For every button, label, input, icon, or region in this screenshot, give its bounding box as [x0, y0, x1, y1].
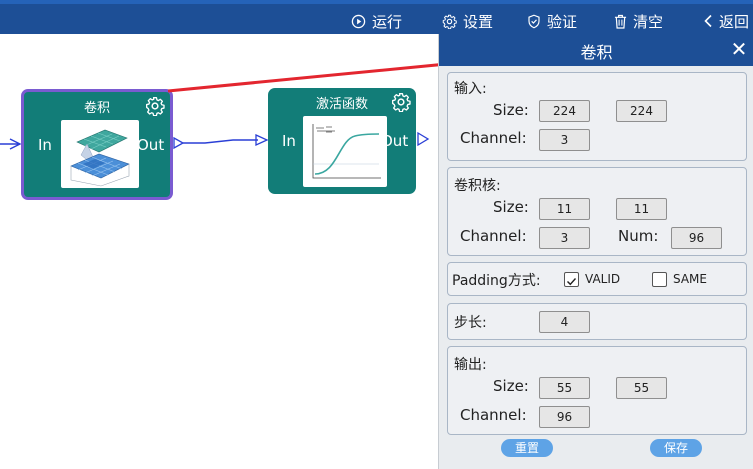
panel-title: 卷积: [580, 43, 613, 62]
output-size-label: Size:: [493, 377, 529, 395]
output-size-height-field[interactable]: 55: [616, 377, 667, 399]
kernel-section: 卷积核: Size: 11 11 Channel: 3 Num: 96: [447, 167, 747, 256]
properties-panel: 卷积 ✕ 输入: Size: 224 224 Channel: 3 卷积核: S…: [438, 34, 753, 469]
gear-icon[interactable]: [391, 92, 411, 112]
workflow-canvas[interactable]: 卷积 In Out 激活函数 In Out: [0, 34, 440, 469]
output-channel-label: Channel:: [460, 406, 527, 424]
reset-button[interactable]: 重置: [501, 439, 553, 457]
panel-header: 卷积 ✕: [439, 34, 753, 66]
checkmark-icon: [567, 278, 577, 286]
sigmoid-curve-illustration: [303, 116, 387, 187]
kernel-size-width-field[interactable]: 11: [539, 198, 590, 220]
back-label: 返回: [719, 12, 750, 31]
verify-button[interactable]: 验证: [527, 10, 577, 32]
play-circle-icon: [351, 14, 366, 28]
conv-output-port-label: Out: [137, 136, 165, 154]
input-section-title: 输入:: [454, 81, 487, 97]
stride-label: 步长:: [454, 315, 487, 331]
conv-input-port-label: In: [38, 136, 52, 154]
activation-input-port-label: In: [282, 132, 296, 150]
activation-output-port-label: Out: [381, 132, 409, 150]
input-section: 输入: Size: 224 224 Channel: 3: [447, 72, 747, 161]
valid-option-label: VALID: [585, 272, 621, 286]
output-size-width-field[interactable]: 55: [539, 377, 590, 399]
kernel-channel-label: Channel:: [460, 227, 527, 245]
input-channel-field[interactable]: 3: [539, 129, 590, 151]
kernel-num-label: Num:: [618, 227, 659, 245]
settings-button[interactable]: 设置: [442, 10, 493, 32]
same-option-label: SAME: [673, 272, 707, 286]
shield-check-icon: [528, 14, 540, 28]
gear-icon: [442, 14, 457, 29]
padding-label: Padding方式:: [452, 273, 541, 289]
back-button[interactable]: 返回: [703, 10, 749, 32]
kernel-num-field[interactable]: 96: [671, 227, 722, 249]
chevron-left-icon: [704, 14, 712, 28]
save-button[interactable]: 保存: [650, 439, 702, 457]
kernel-size-height-field[interactable]: 11: [616, 198, 667, 220]
conv-node[interactable]: 卷积 In Out: [21, 89, 173, 200]
input-size-label: Size:: [493, 101, 529, 119]
run-button[interactable]: 运行: [351, 10, 402, 32]
kernel-channel-field[interactable]: 3: [539, 227, 590, 249]
settings-label: 设置: [463, 12, 494, 31]
stride-field[interactable]: 4: [539, 311, 590, 333]
clear-label: 清空: [633, 12, 664, 31]
verify-label: 验证: [547, 12, 578, 31]
trash-icon: [614, 14, 627, 29]
stride-section: 步长: 4: [447, 303, 747, 340]
close-icon[interactable]: ✕: [728, 37, 750, 61]
app-root: 运行 设置 验证 清空 返回 卷积 In Out 激活函数 In Out 卷积 …: [0, 0, 753, 469]
output-channel-field[interactable]: 96: [539, 406, 590, 428]
top-toolbar: 运行 设置 验证 清空 返回: [0, 0, 753, 34]
output-section: 输出: Size: 55 55 Channel: 96: [447, 346, 747, 435]
activation-node[interactable]: 激活函数 In Out: [268, 88, 416, 194]
kernel-section-title: 卷积核:: [454, 178, 501, 194]
clear-button[interactable]: 清空: [614, 10, 663, 32]
input-size-width-field[interactable]: 224: [539, 100, 590, 122]
padding-section: Padding方式: VALID SAME: [447, 262, 747, 296]
run-label: 运行: [372, 12, 403, 31]
kernel-size-label: Size:: [493, 198, 529, 216]
output-section-title: 输出:: [454, 357, 487, 373]
input-channel-label: Channel:: [460, 129, 527, 147]
valid-checkbox[interactable]: [564, 272, 579, 287]
input-size-height-field[interactable]: 224: [616, 100, 667, 122]
convolution-illustration: [61, 120, 139, 188]
same-checkbox[interactable]: [652, 272, 667, 287]
gear-icon[interactable]: [145, 96, 165, 116]
